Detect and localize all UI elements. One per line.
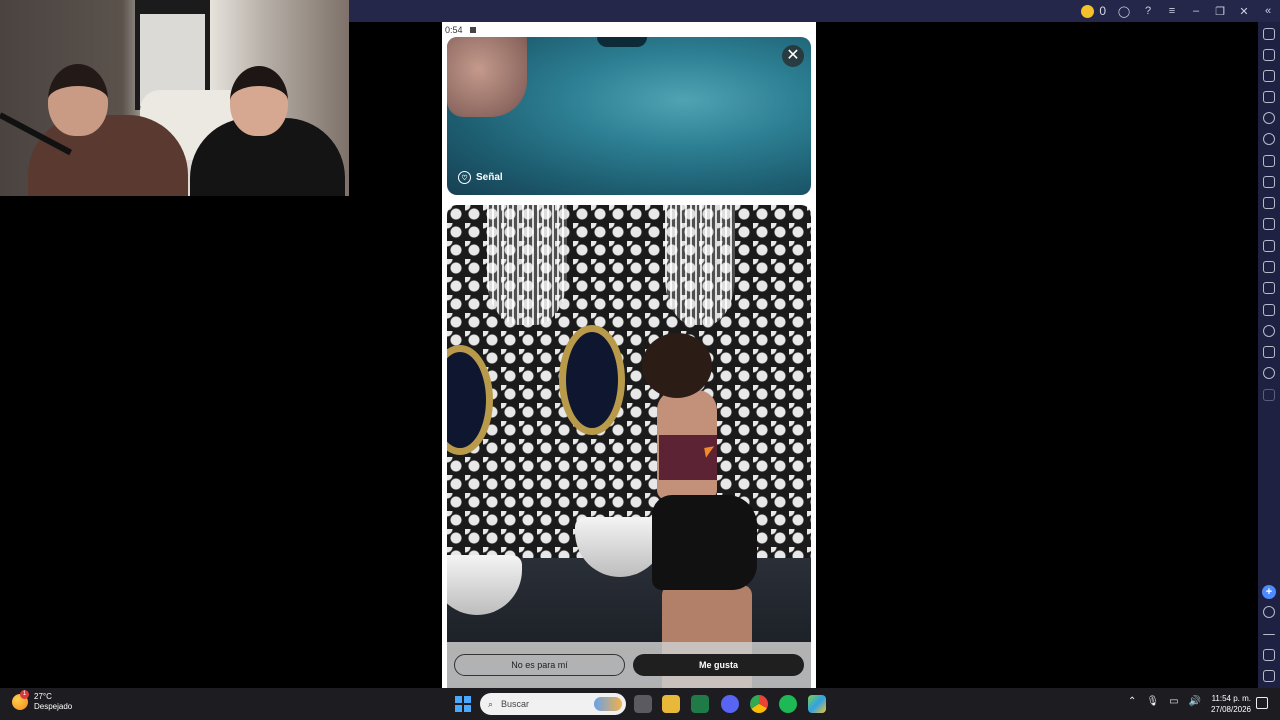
coin-counter[interactable]: 0 xyxy=(1081,3,1106,19)
close-icon[interactable]: ✕ xyxy=(1238,5,1250,18)
speaker-icon[interactable]: 🔊 xyxy=(1189,696,1201,707)
profile-photo-card-pool[interactable]: ✕ ♡ Señal xyxy=(447,37,811,195)
notification-center-icon[interactable] xyxy=(1256,697,1268,709)
screen-record-icon[interactable] xyxy=(1263,70,1275,82)
start-button[interactable] xyxy=(455,696,471,712)
reject-button[interactable]: No es para mí xyxy=(454,654,625,676)
weather-badge: 1 xyxy=(20,690,29,699)
weather-widget[interactable]: 1 27°C Despejado xyxy=(12,690,73,712)
network-icon[interactable]: ▭ xyxy=(1169,696,1178,707)
multi-instance-icon[interactable] xyxy=(1263,282,1275,294)
photo-mirror xyxy=(559,325,625,435)
task-view-icon[interactable] xyxy=(634,695,652,713)
refresh-icon[interactable] xyxy=(1263,367,1275,379)
desktop: 0 ◯ ? ≡ – ❐ ✕ « + 0:54 ✕ ♡ Señal No es p… xyxy=(0,0,1280,720)
coin-count: 0 xyxy=(1099,3,1106,18)
profile-photo-card-bathroom[interactable] xyxy=(447,205,811,688)
search-highlight-icon xyxy=(594,697,622,711)
volume-icon[interactable] xyxy=(1263,49,1275,61)
weather-icon: 1 xyxy=(12,690,29,710)
location-icon[interactable] xyxy=(1263,325,1275,337)
weather-temp: 27°C xyxy=(34,692,52,701)
bluestacks-icon[interactable] xyxy=(808,695,826,713)
chevron-up-icon[interactable]: ⌃ xyxy=(1128,696,1136,707)
signal-badge[interactable]: ♡ Señal xyxy=(458,171,503,184)
apk-icon[interactable] xyxy=(1263,155,1275,167)
back-icon[interactable] xyxy=(1263,634,1275,636)
streamer-right-head xyxy=(230,66,288,136)
minimize-icon[interactable]: – xyxy=(1190,5,1202,17)
streamer-left-body xyxy=(28,115,188,196)
photo-rock xyxy=(447,37,527,117)
coin-icon xyxy=(1081,5,1095,19)
emulator-titlebar: 0 ◯ ? ≡ – ❐ ✕ « xyxy=(349,0,1280,22)
fullscreen-icon[interactable] xyxy=(1263,28,1275,40)
clock-time: 11:54 p. m. xyxy=(1211,694,1251,703)
account-icon[interactable]: ◯ xyxy=(1118,5,1130,18)
sync-icon[interactable] xyxy=(1263,133,1275,145)
discord-icon[interactable] xyxy=(721,695,739,713)
chrome-icon[interactable] xyxy=(750,695,768,713)
microphone-icon[interactable]: 🎙 xyxy=(1146,696,1159,707)
search-placeholder: Buscar xyxy=(501,699,530,709)
photo-chandelier xyxy=(487,205,567,325)
keyboard-icon[interactable] xyxy=(1263,91,1275,103)
photo-mirror xyxy=(447,345,493,455)
taskbar: 1 27°C Despejado ⌕ Buscar ⌃ 🎙 ▭ 🔊 11:54 … xyxy=(0,688,1280,720)
emulator-sidebar: + xyxy=(1258,22,1280,688)
search-icon: ⌕ xyxy=(488,698,494,709)
heart-icon: ♡ xyxy=(458,171,471,184)
mouse-cursor xyxy=(704,446,716,458)
settings-icon[interactable] xyxy=(1263,606,1275,618)
airplane-icon[interactable] xyxy=(1263,261,1275,273)
titlebar-controls: 0 ◯ ? ≡ – ❐ ✕ « xyxy=(1081,0,1274,22)
close-button[interactable]: ✕ xyxy=(782,45,804,67)
home-icon[interactable] xyxy=(1263,649,1275,661)
close-icon: ✕ xyxy=(786,47,800,64)
recording-icon[interactable] xyxy=(1263,218,1275,230)
clock[interactable]: 11:54 p. m. 27/08/2026 xyxy=(1205,693,1251,715)
photo-person-top xyxy=(659,435,717,480)
weather-desc: Despejado xyxy=(34,702,73,711)
menu-icon[interactable]: ≡ xyxy=(1166,5,1178,17)
signal-label: Señal xyxy=(476,172,503,183)
excel-icon[interactable] xyxy=(691,695,709,713)
collapse-icon[interactable]: « xyxy=(1262,5,1274,17)
folder-icon[interactable] xyxy=(1263,240,1275,252)
status-time: 0:54 xyxy=(445,25,463,35)
system-tray: ⌃ 🎙 ▭ 🔊 xyxy=(1128,696,1201,707)
restore-icon[interactable]: ❐ xyxy=(1214,5,1226,18)
streamer-left-head xyxy=(48,64,108,136)
taskbar-search[interactable]: ⌕ Buscar xyxy=(480,693,626,715)
eco-icon[interactable] xyxy=(1263,304,1275,316)
add-icon[interactable]: + xyxy=(1262,585,1276,599)
macro-icon[interactable] xyxy=(1263,176,1275,188)
more-icon[interactable] xyxy=(1263,389,1275,401)
photo-splash xyxy=(597,37,647,47)
recents-icon[interactable] xyxy=(1263,670,1275,682)
help-icon[interactable]: ? xyxy=(1142,5,1154,17)
photo-person-skirt xyxy=(652,495,757,590)
notification-icon xyxy=(469,27,476,33)
like-button[interactable]: Me gusta xyxy=(633,654,804,676)
webcam-overlay xyxy=(0,0,349,196)
rotate-icon[interactable] xyxy=(1263,112,1275,124)
clock-date: 27/08/2026 xyxy=(1210,705,1251,714)
status-bar: 0:54 xyxy=(445,25,476,35)
action-bar: No es para mí Me gusta xyxy=(447,642,811,688)
photo-chandelier xyxy=(665,205,735,325)
photo-person-hair xyxy=(642,333,712,398)
layers-icon[interactable] xyxy=(1263,346,1275,358)
phone-screen: 0:54 ✕ ♡ Señal No es para mí Me gusta xyxy=(442,22,816,688)
file-explorer-icon[interactable] xyxy=(662,695,680,713)
screenshot-icon[interactable] xyxy=(1263,197,1275,209)
spotify-icon[interactable] xyxy=(779,695,797,713)
